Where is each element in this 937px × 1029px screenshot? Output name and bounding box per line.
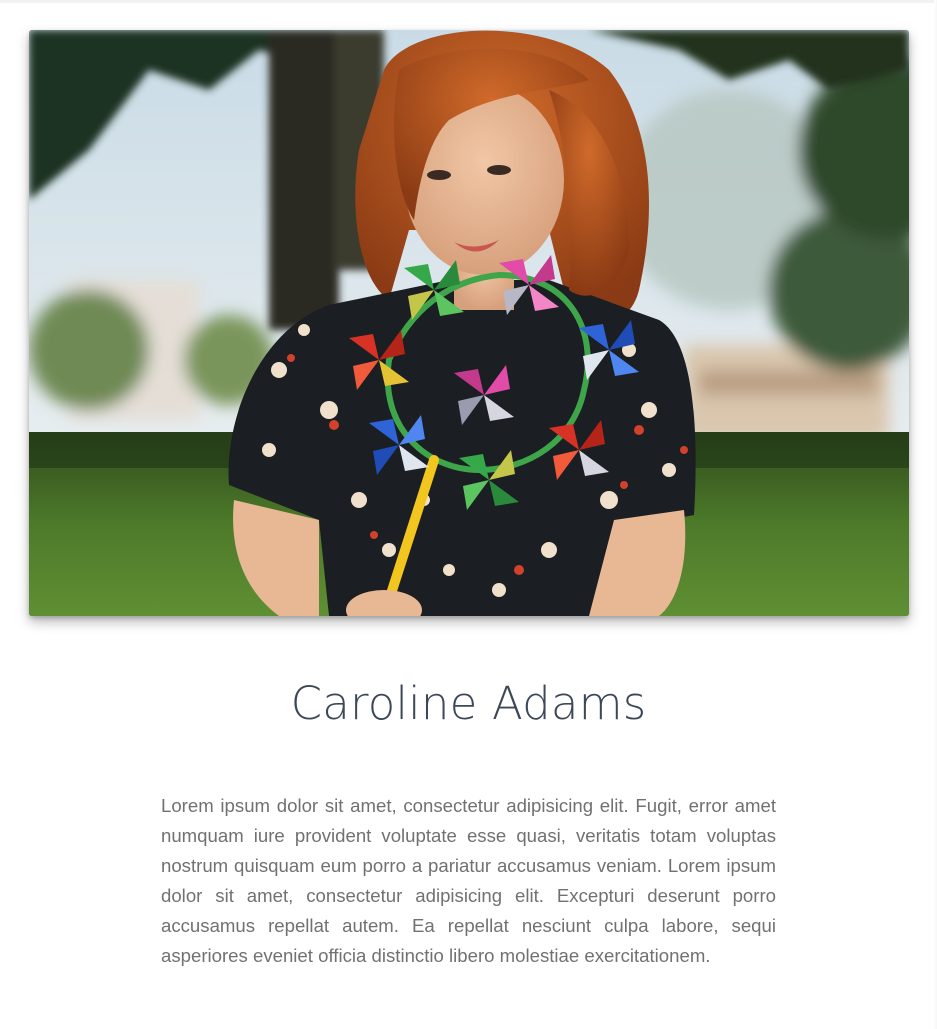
top-divider (0, 0, 937, 3)
profile-photo (29, 30, 909, 616)
profile-name: Caroline Adams (290, 677, 647, 730)
profile-bio: Lorem ipsum dolor sit amet, consectetur … (161, 795, 776, 966)
